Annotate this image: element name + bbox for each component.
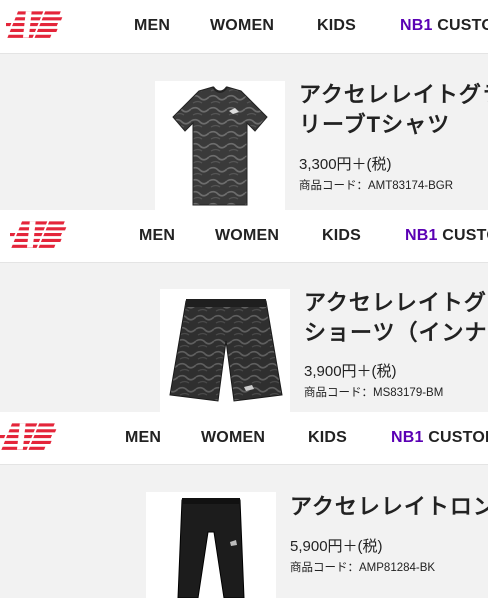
nav-kids[interactable]: KIDS — [317, 0, 356, 52]
nav-men[interactable]: MEN — [134, 0, 170, 52]
nb1-mark: NB1 — [400, 17, 433, 34]
product-code-value: AMT83174-BGR — [368, 180, 454, 192]
screenshot-band-3: MEN WOMEN KIDS NB1 CUSTOM アクセレレイトロングタイツ … — [0, 412, 488, 598]
product-name-line1[interactable]: アクセレレイトグラフィックショートス — [299, 80, 488, 110]
product-code-label: 商品コード： — [304, 387, 373, 399]
nav-kids[interactable]: KIDS — [308, 412, 347, 464]
nb1-custom-label: CUSTOM — [437, 17, 488, 34]
site-header: MEN WOMEN KIDS NB1 CUSTOM — [0, 0, 488, 54]
product-image-shorts[interactable] — [160, 289, 290, 412]
site-header: MEN WOMEN KIDS NB1 CUSTOM — [0, 412, 488, 465]
product-code: 商品コード：MS83179-BM — [304, 384, 443, 400]
nav-nb1-custom[interactable]: NB1 CUSTOM — [400, 0, 488, 52]
product-name-line2[interactable]: リーブTシャツ — [299, 110, 450, 140]
product-price: 3,300円＋(税) — [299, 156, 392, 173]
nb1-mark: NB1 — [405, 227, 438, 244]
product-name-line2[interactable]: ショーツ（インナー付き） — [304, 318, 488, 348]
new-balance-logo[interactable] — [0, 419, 68, 455]
nb1-custom-label: CUSTOM — [442, 227, 488, 244]
shorts-icon — [169, 299, 283, 402]
nb1-custom-label: CUSTOM — [428, 429, 488, 446]
tshirt-icon — [172, 86, 268, 206]
product-image-tights[interactable] — [146, 492, 276, 598]
product-code-label: 商品コード： — [299, 180, 368, 192]
product-price: 3,900円＋(税) — [304, 363, 397, 380]
screenshot-band-1: MEN WOMEN KIDS NB1 CUSTOM アクセレレイトグラフィックシ… — [0, 0, 488, 212]
tights-icon — [177, 498, 245, 598]
site-header: MEN WOMEN KIDS NB1 CUSTOM — [0, 210, 488, 263]
nav-nb1-custom[interactable]: NB1 CUSTOM — [405, 210, 488, 262]
new-balance-logo[interactable] — [6, 7, 74, 43]
nb1-mark: NB1 — [391, 429, 424, 446]
nav-kids[interactable]: KIDS — [322, 210, 361, 262]
product-code: 商品コード：AMP81284-BK — [290, 559, 435, 575]
product-image-tshirt[interactable] — [155, 81, 285, 212]
product-code-value: AMP81284-BK — [359, 562, 436, 574]
nav-women[interactable]: WOMEN — [201, 412, 265, 464]
nav-nb1-custom[interactable]: NB1 CUSTOM — [391, 412, 488, 464]
new-balance-logo[interactable] — [10, 217, 78, 253]
product-price: 5,900円＋(税) — [290, 538, 383, 555]
nav-men[interactable]: MEN — [139, 210, 175, 262]
product-code: 商品コード：AMT83174-BGR — [299, 177, 453, 193]
nav-women[interactable]: WOMEN — [215, 210, 279, 262]
product-code-value: MS83179-BM — [373, 387, 444, 399]
product-name-line1[interactable]: アクセレレイトグラフィック5インチ — [304, 288, 488, 318]
nav-men[interactable]: MEN — [125, 412, 161, 464]
product-code-label: 商品コード： — [290, 562, 359, 574]
product-name-line1[interactable]: アクセレレイトロングタイツ — [290, 492, 488, 522]
nav-women[interactable]: WOMEN — [210, 0, 274, 52]
screenshot-band-2: MEN WOMEN KIDS NB1 CUSTOM アクセレレイトグラフィック5… — [0, 210, 488, 412]
